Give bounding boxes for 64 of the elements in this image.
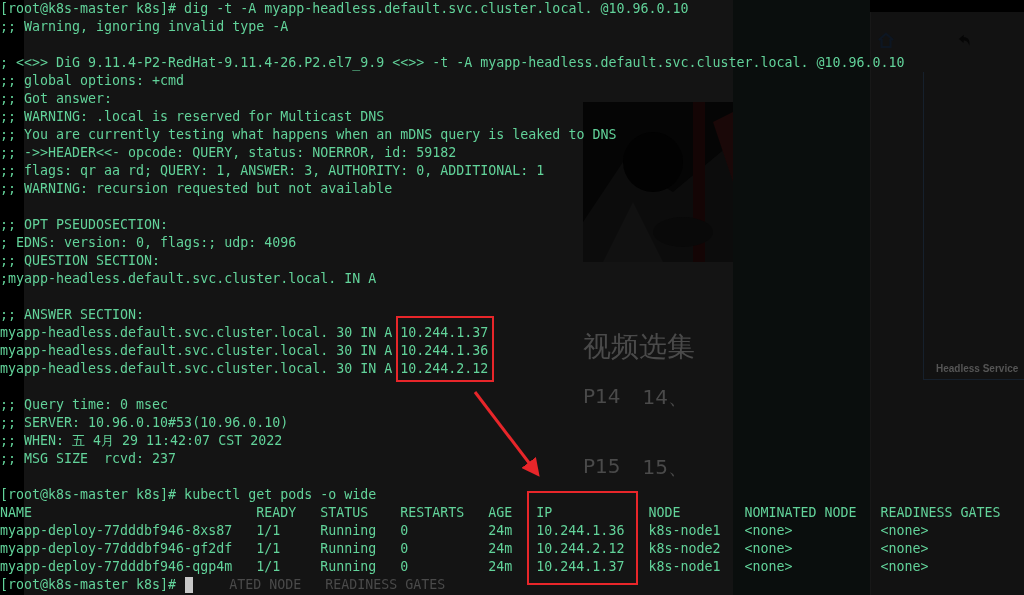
table-cell: <none> [880, 540, 929, 558]
column-header: NAME [0, 504, 33, 522]
dns-record: myapp-headless.default.svc.cluster.local. 30 IN A [0, 342, 393, 360]
terminal-line: ;; SERVER: 10.96.0.10#53(10.96.0.10) [0, 414, 289, 432]
column-header: IP [536, 504, 553, 522]
table-cell: 24m [488, 540, 513, 558]
table-cell: 1/1 [256, 540, 281, 558]
terminal-line: [root@k8s-master k8s]# dig -t -A myapp-headless.default.svc.cluster.local. @10.96.0.10 [0, 0, 689, 18]
column-header: STATUS [320, 504, 369, 522]
terminal-line: ;myapp-headless.default.svc.cluster.local. IN A [0, 270, 377, 288]
table-cell: 1/1 [256, 558, 281, 576]
terminal-line: ;; ANSWER SECTION: [0, 306, 145, 324]
terminal-line: ; EDNS: version: 0, flags:; udp: 4096 [0, 234, 297, 252]
table-cell: 0 [400, 540, 409, 558]
table-cell: 1/1 [256, 522, 281, 540]
column-header: NOMINATED NODE [744, 504, 857, 522]
ip-address: 10.244.2.12 [400, 360, 489, 378]
diagram-caption: Headless Service [936, 363, 1019, 374]
table-cell: Running [320, 540, 377, 558]
column-header: NODE [648, 504, 681, 522]
terminal-line: ;; WARNING: .local is reserved for Multicast DNS [0, 108, 385, 126]
table-cell: k8s-node2 [648, 540, 721, 558]
column-header: AGE [488, 504, 513, 522]
table-cell: myapp-deploy-77dddbf946-gf2df [0, 540, 233, 558]
table-cell: 10.244.2.12 [536, 540, 625, 558]
table-cell: 0 [400, 522, 409, 540]
table-cell: <none> [744, 522, 793, 540]
terminal-line: ; <<>> DiG 9.11.4-P2-RedHat-9.11.4-26.P2.el7_9.9 <<>> -t -A myapp-headless.default.svc.cluster.local. @10.96.0.10 [0, 54, 905, 72]
terminal-line: ;; flags: qr aa rd; QUERY: 1, ANSWER: 3, AUTHORITY: 0, ADDITIONAL: 1 [0, 162, 545, 180]
dns-record: myapp-headless.default.svc.cluster.local. 30 IN A [0, 360, 393, 378]
ip-address: 10.244.1.37 [400, 324, 489, 342]
terminal-line: ;; MSG SIZE rcvd: 237 [0, 450, 177, 468]
table-cell: Running [320, 522, 377, 540]
table-cell: 10.244.1.36 [536, 522, 625, 540]
table-cell: <none> [744, 540, 793, 558]
table-cell: Running [320, 558, 377, 576]
terminal-line: ;; QUESTION SECTION: [0, 252, 161, 270]
table-cell: <none> [880, 558, 929, 576]
table-cell: 10.244.1.37 [536, 558, 625, 576]
terminal-line: ;; Query time: 0 msec [0, 396, 169, 414]
terminal-line: ;; OPT PSEUDOSECTION: [0, 216, 169, 234]
table-cell: <none> [880, 522, 929, 540]
terminal-line: ;; Warning, ignoring invalid type -A [0, 18, 289, 36]
shell-prompt: [root@k8s-master k8s]# [0, 576, 177, 594]
table-cell: myapp-deploy-77dddbf946-8xs87 [0, 522, 233, 540]
table-cell: myapp-deploy-77dddbf946-qgp4m [0, 558, 233, 576]
table-cell: 24m [488, 558, 513, 576]
table-cell: k8s-node1 [648, 558, 721, 576]
column-header: READY [256, 504, 297, 522]
dns-record: myapp-headless.default.svc.cluster.local. 30 IN A [0, 324, 393, 342]
ip-address: 10.244.1.36 [400, 342, 489, 360]
table-cell: <none> [744, 558, 793, 576]
column-header: READINESS GATES [880, 504, 1001, 522]
terminal-line: ;; You are currently testing what happens when an mDNS query is leaked to DNS [0, 126, 617, 144]
column-header: RESTARTS [400, 504, 465, 522]
terminal-line: [root@k8s-master k8s]# kubectl get pods -o wide [0, 486, 377, 504]
terminal-line: ;; Got answer: [0, 90, 113, 108]
table-cell: 24m [488, 522, 513, 540]
terminal-line: ;; WARNING: recursion requested but not available [0, 180, 393, 198]
terminal-line: ;; ->>HEADER<<- opcode: QUERY, status: NOERROR, id: 59182 [0, 144, 457, 162]
terminal-line: ;; WHEN: 五 4月 29 11:42:07 CST 2022 [0, 432, 283, 450]
terminal-line: ;; global options: +cmd [0, 72, 185, 90]
table-cell: 0 [400, 558, 409, 576]
table-cell: k8s-node1 [648, 522, 721, 540]
